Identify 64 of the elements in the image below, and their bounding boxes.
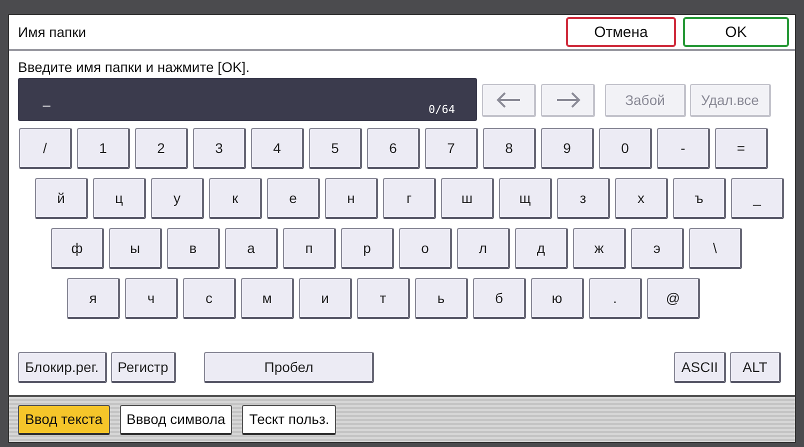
keyboard-key[interactable]: ц (93, 178, 146, 219)
keyboard-key[interactable]: п (283, 228, 336, 269)
keyboard-key[interactable]: ь (415, 278, 468, 319)
keyboard-key[interactable]: в (167, 228, 220, 269)
keyboard-key[interactable]: - (657, 128, 710, 169)
keyboard-key[interactable]: 6 (367, 128, 420, 169)
prompt-text: Введите имя папки и нажмите [OK]. (18, 59, 251, 76)
keyboard-key[interactable]: 0 (599, 128, 652, 169)
keyboard-key[interactable]: ч (125, 278, 178, 319)
input-field[interactable]: _ 0/64 (18, 78, 477, 121)
keyboard-key[interactable]: э (631, 228, 684, 269)
keyboard-key[interactable]: й (35, 178, 88, 219)
mode-key[interactable]: ALT (730, 352, 781, 383)
keyboard-key[interactable]: 4 (251, 128, 304, 169)
keyboard-key[interactable]: = (715, 128, 768, 169)
keyboard-key[interactable]: 1 (77, 128, 130, 169)
keyboard-key[interactable]: д (515, 228, 568, 269)
space-key[interactable]: Пробел (204, 352, 374, 383)
keyboard-key[interactable]: и (299, 278, 352, 319)
keyboard-key[interactable]: ю (531, 278, 584, 319)
keyboard-key[interactable]: л (457, 228, 510, 269)
keyboard-key[interactable]: ъ (673, 178, 726, 219)
keyboard-key[interactable]: о (399, 228, 452, 269)
left-arrow-icon (496, 92, 522, 108)
keyboard-key[interactable]: а (225, 228, 278, 269)
keyboard-key[interactable]: ж (573, 228, 626, 269)
keyboard-key[interactable]: с (183, 278, 236, 319)
tab[interactable]: Вввод символа (120, 404, 232, 434)
keyboard-key[interactable]: @ (647, 278, 700, 319)
keyboard-key[interactable]: ш (441, 178, 494, 219)
keyboard-key[interactable]: 5 (309, 128, 362, 169)
right-arrow-icon (554, 92, 580, 108)
keyboard-key[interactable]: е (267, 178, 320, 219)
keyboard-key[interactable]: р (341, 228, 394, 269)
keyboard-key[interactable]: 8 (483, 128, 536, 169)
keyboard-key[interactable]: щ (499, 178, 552, 219)
keyboard-key[interactable]: з (557, 178, 610, 219)
keyboard-key[interactable]: х (615, 178, 668, 219)
keyboard-key[interactable]: м (241, 278, 294, 319)
keyboard-key[interactable]: 7 (425, 128, 478, 169)
keyboard-key[interactable]: к (209, 178, 262, 219)
keyboard-key[interactable]: 9 (541, 128, 594, 169)
mode-key[interactable]: Регистр (110, 352, 176, 383)
cancel-button[interactable]: Отмена (566, 17, 676, 47)
keyboard-key[interactable]: н (325, 178, 378, 219)
tab[interactable]: Ввод текста (18, 404, 110, 434)
dialog-title: Имя папки (18, 24, 86, 40)
keyboard-key[interactable]: я (67, 278, 120, 319)
keyboard-key[interactable]: ф (51, 228, 104, 269)
keyboard-key[interactable]: т (357, 278, 410, 319)
keyboard-key[interactable]: б (473, 278, 526, 319)
keyboard-key[interactable]: 3 (193, 128, 246, 169)
mode-key[interactable]: ASCII (674, 352, 726, 383)
keyboard-key[interactable]: г (383, 178, 436, 219)
tab[interactable]: Тескт польз. (242, 404, 336, 434)
keyboard-key[interactable]: \ (689, 228, 742, 269)
keyboard-key[interactable]: 2 (135, 128, 188, 169)
keyboard-key[interactable]: _ (731, 178, 784, 219)
ok-button[interactable]: OK (683, 17, 789, 47)
keyboard-key[interactable]: у (151, 178, 204, 219)
keyboard-key[interactable]: ы (109, 228, 162, 269)
mode-key[interactable]: Блокир.рег. (18, 352, 107, 383)
keyboard-key[interactable]: / (19, 128, 72, 169)
keyboard-key[interactable]: . (589, 278, 642, 319)
